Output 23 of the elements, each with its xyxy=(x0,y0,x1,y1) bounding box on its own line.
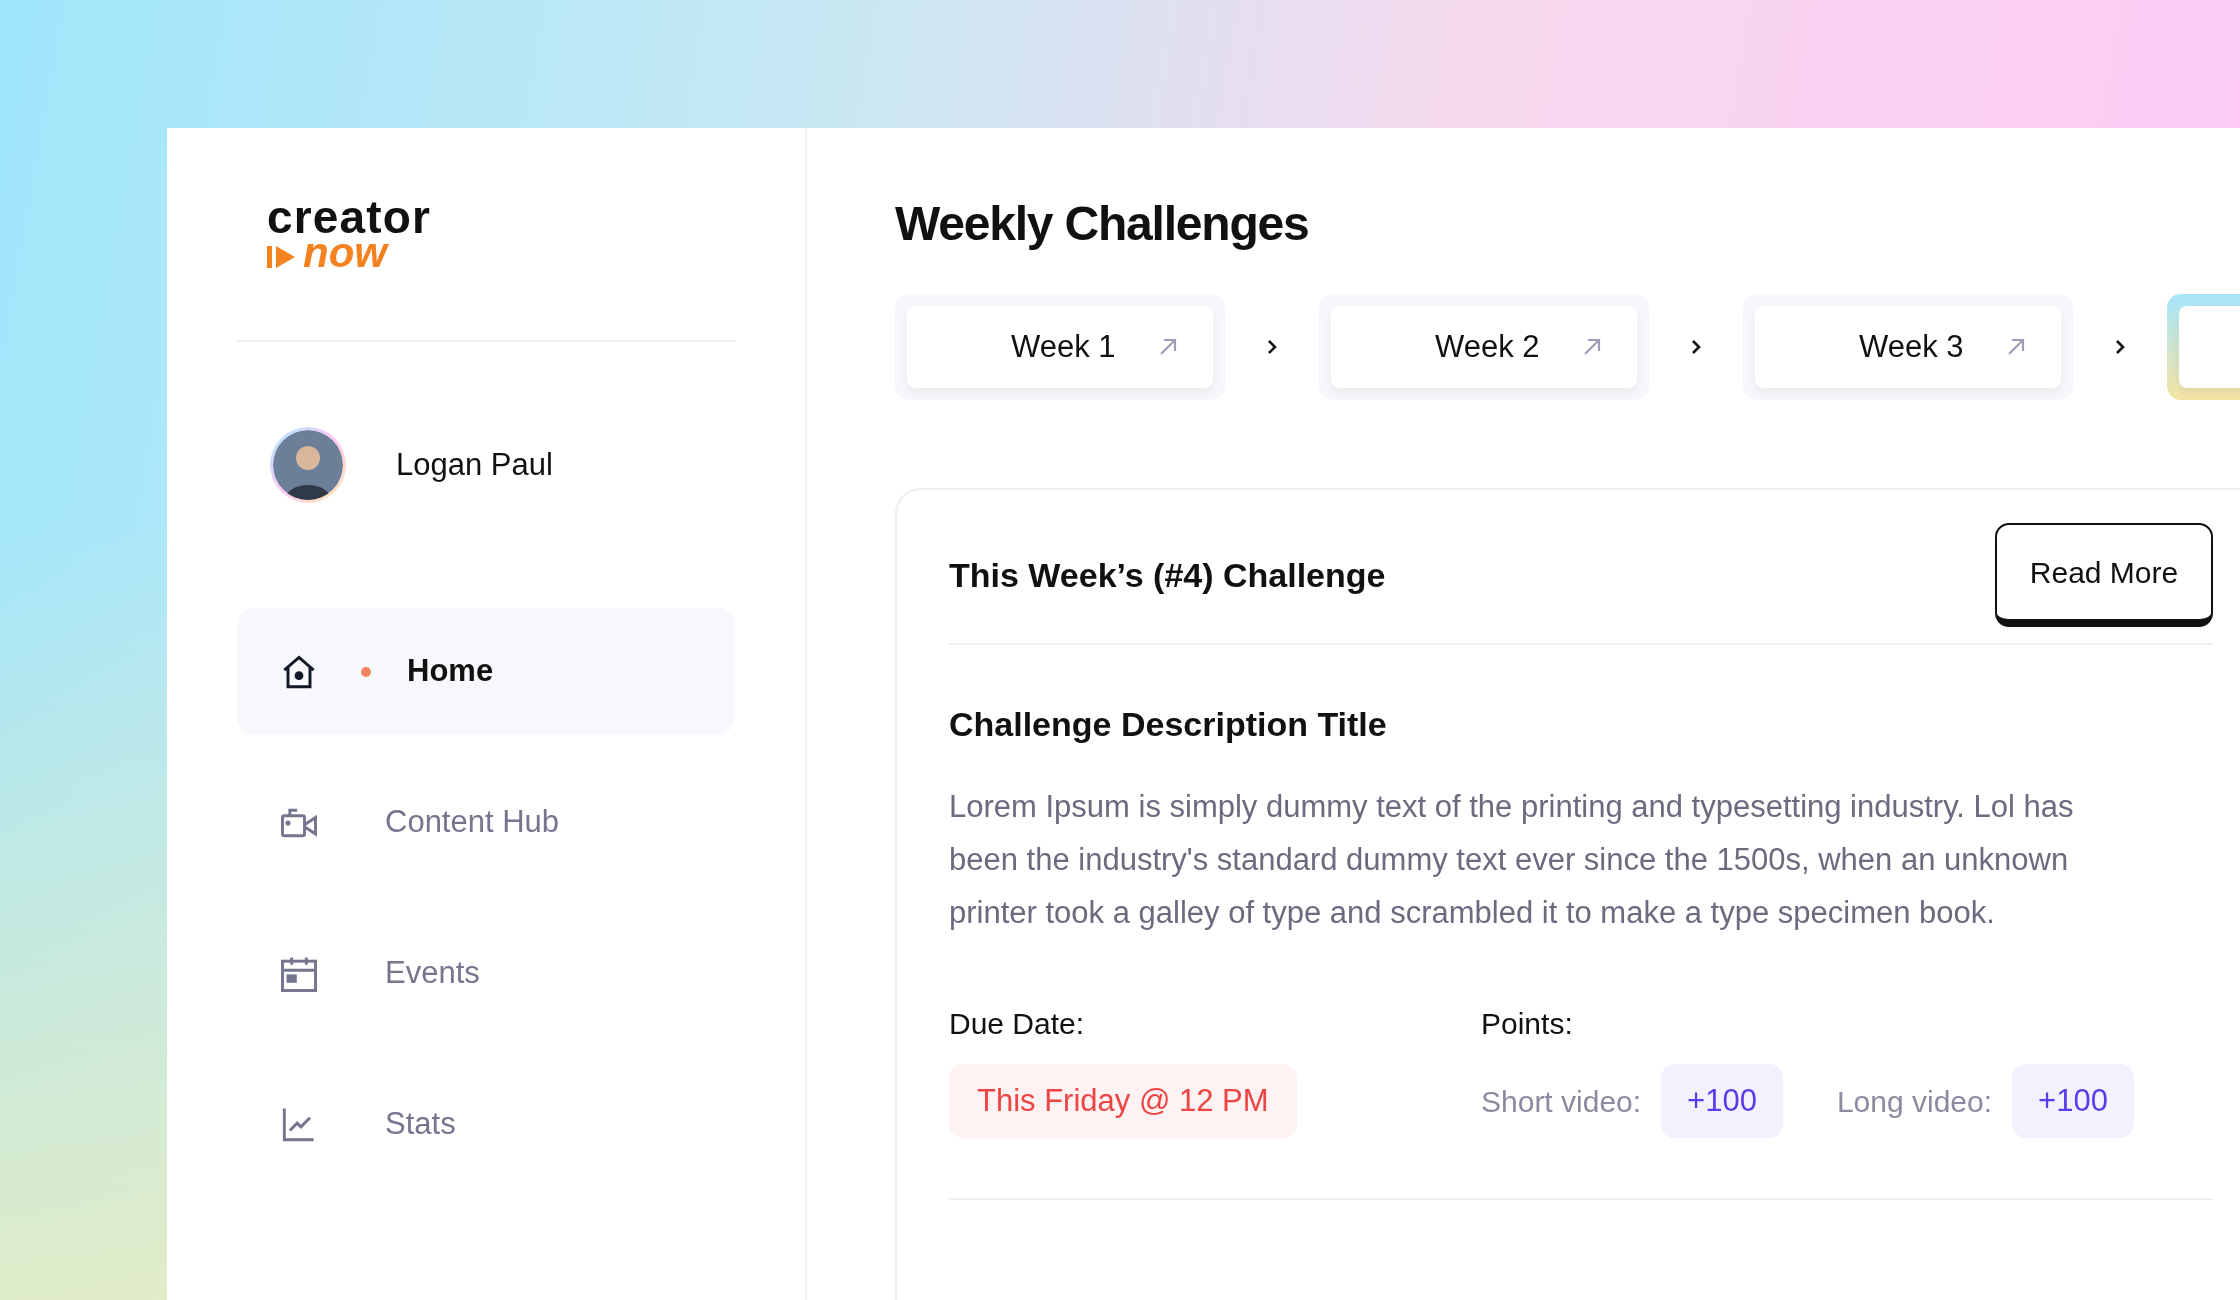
points-type: Long video: xyxy=(1836,1083,1993,1120)
description-text: Lorem Ipsum is simply dummy text of the printing and typesetting industry. Lol has been the industry's standard dummy text ever since the 1500s, when an unknown printer took a galley of type and scrambled it to make a type specimen book. xyxy=(949,788,2075,932)
week-tab[interactable]: Week 3 xyxy=(1743,294,2073,400)
points-label: Points: xyxy=(1481,1006,1574,1042)
week-tab[interactable]: Week 1 xyxy=(895,294,1225,400)
due-date-badge: This Friday @ 12 PM xyxy=(949,1064,1297,1138)
due-date-label: Due Date: xyxy=(949,1006,1086,1042)
nav-item[interactable]: Events xyxy=(237,910,735,1037)
read-more-button[interactable]: Read More xyxy=(1995,523,2213,627)
user-name: Logan Paul xyxy=(396,445,553,484)
nav-item[interactable]: Home xyxy=(237,608,735,735)
nav-item[interactable]: Content Hub xyxy=(237,759,735,886)
points-badge: +100 xyxy=(1661,1064,1783,1138)
nav-item[interactable]: Stats xyxy=(237,1061,735,1188)
card-heading: This Week’s (#4) Challenge xyxy=(949,554,1386,596)
chevron-right-icon xyxy=(1265,338,1279,356)
chevron-right-icon xyxy=(2113,338,2127,356)
week-tab[interactable]: Week 2 xyxy=(1319,294,1649,400)
points-badge: +100 xyxy=(2012,1064,2134,1138)
points-type: Short video: xyxy=(1481,1083,1642,1120)
page-title: Weekly Challenges xyxy=(895,196,1310,252)
chevron-right-icon xyxy=(1689,338,1703,356)
description-title: Challenge Description Title xyxy=(949,704,1388,745)
